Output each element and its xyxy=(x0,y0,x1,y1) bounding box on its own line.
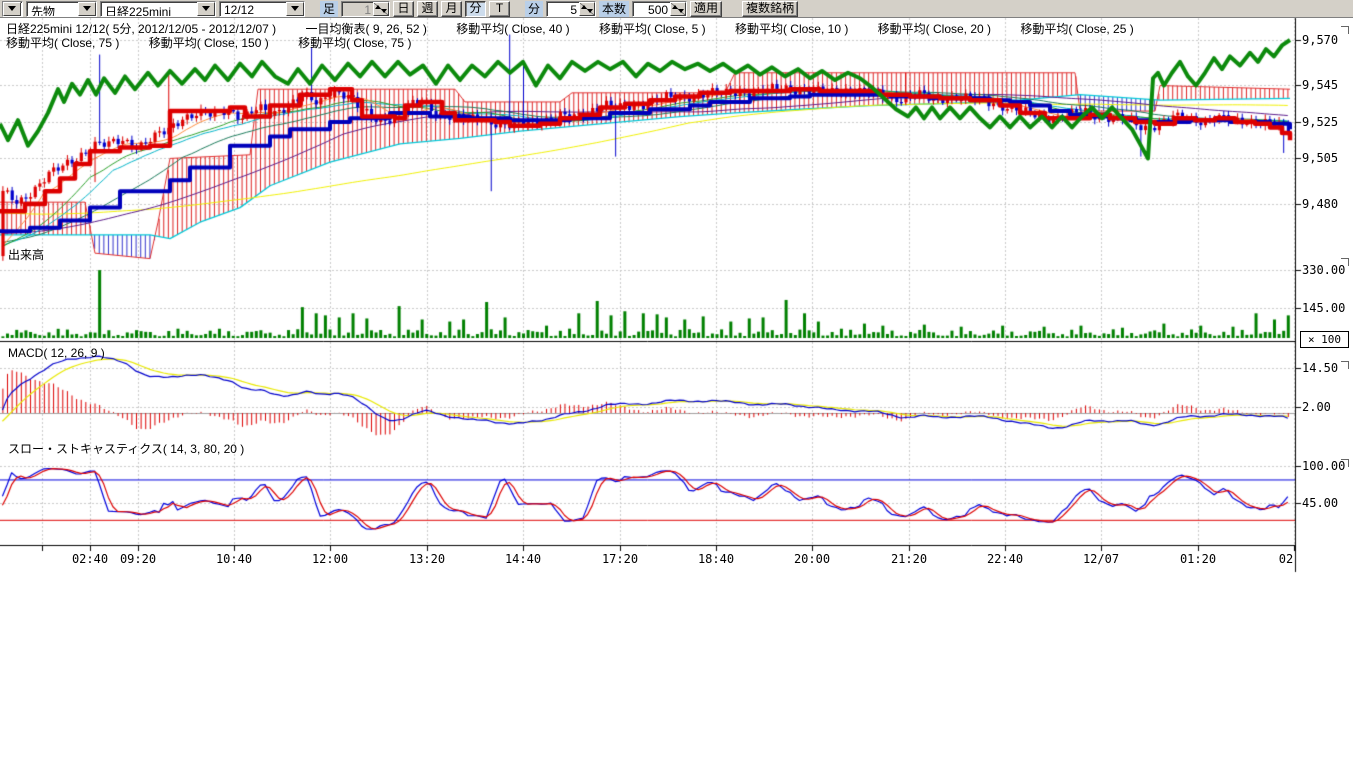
y-axis-label: 9,480 xyxy=(1302,197,1338,211)
bar-label: 足 xyxy=(320,1,338,17)
toolbar: 先物 日経225mini 12/12 足 1 日 週 月 分 T 分 5 本数 … xyxy=(0,0,1353,18)
pane-corner-mark xyxy=(1341,26,1349,34)
minute-value: 5 xyxy=(547,2,579,16)
symbol-category-combo[interactable] xyxy=(2,1,23,17)
y-axis-label: 9,545 xyxy=(1302,78,1338,92)
spinner-updown-icon[interactable] xyxy=(373,2,389,16)
symbol-combo[interactable]: 日経225mini xyxy=(100,1,216,17)
legend-ma25: 移動平均( Close, 25 ) xyxy=(1020,22,1133,36)
y-axis-label: 2.00 xyxy=(1302,400,1331,414)
pane-corner-mark xyxy=(1341,258,1349,266)
x-axis-label: 02 xyxy=(1279,552,1293,566)
x-axis-label: 01:20 xyxy=(1180,552,1216,566)
spinner-updown-icon[interactable] xyxy=(670,2,686,16)
contract-month-combo[interactable]: 12/12 xyxy=(219,1,305,17)
y-axis-label: 330.00 xyxy=(1302,263,1345,277)
contract-month-combo-value: 12/12 xyxy=(220,2,286,16)
bar-interval-value: 1 xyxy=(342,2,373,16)
stoch-pane-label: スロー・ストキャスティクス( 14, 3, 80, 20 ) xyxy=(8,440,244,457)
legend-ma75: 移動平均( Close, 75 ) xyxy=(6,36,119,50)
chevron-down-icon[interactable] xyxy=(3,2,21,16)
y-axis-label: 14.50 xyxy=(1302,361,1338,375)
period-tick-button[interactable]: T xyxy=(489,1,510,17)
x-axis-label: 22:40 xyxy=(987,552,1023,566)
market-combo-value: 先物 xyxy=(27,2,78,16)
market-combo[interactable]: 先物 xyxy=(26,1,97,17)
period-week-button[interactable]: 週 xyxy=(417,1,438,17)
x-axis-label: 17:20 xyxy=(602,552,638,566)
x-axis-label: 02:40 xyxy=(72,552,108,566)
multi-symbol-button[interactable]: 複数銘柄 xyxy=(742,1,798,17)
pane-corner-mark xyxy=(1341,459,1349,467)
macd-pane-label: MACD( 12, 26, 9 ) xyxy=(8,346,105,360)
legend-ma150: 移動平均( Close, 150 ) xyxy=(149,36,269,50)
x-axis-label: 20:00 xyxy=(794,552,830,566)
legend-ma10: 移動平均( Close, 10 ) xyxy=(735,22,848,36)
y-axis-label: 9,570 xyxy=(1302,33,1338,47)
symbol-combo-value: 日経225mini xyxy=(101,2,197,16)
y-axis-label: 100.00 xyxy=(1302,459,1345,473)
chevron-down-icon[interactable] xyxy=(197,2,215,16)
x-axis-label: 12/07 xyxy=(1083,552,1119,566)
y-axis-label: 9,525 xyxy=(1302,115,1338,129)
x-axis-label: 14:40 xyxy=(505,552,541,566)
x-axis-label: 13:20 xyxy=(409,552,445,566)
legend-ma75b: 移動平均( Close, 75 ) xyxy=(298,36,411,50)
count-spinner[interactable]: 500 xyxy=(632,1,687,17)
y-axis-label: 45.00 xyxy=(1302,496,1338,510)
pane-corner-mark xyxy=(1341,361,1349,369)
y-axis-label: 145.00 xyxy=(1302,301,1345,315)
spinner-updown-icon[interactable] xyxy=(579,2,595,16)
legend-ma20: 移動平均( Close, 20 ) xyxy=(878,22,991,36)
period-minute-button[interactable]: 分 xyxy=(465,1,486,17)
bar-interval-spinner[interactable]: 1 xyxy=(341,1,390,17)
count-label: 本数 xyxy=(599,1,629,17)
chart-canvas[interactable] xyxy=(0,0,1366,580)
x-axis-label: 21:20 xyxy=(891,552,927,566)
app-window: 先物 日経225mini 12/12 足 1 日 週 月 分 T 分 5 本数 … xyxy=(0,0,1366,768)
apply-button[interactable]: 適用 xyxy=(690,1,722,17)
count-value: 500 xyxy=(633,2,670,16)
period-month-button[interactable]: 月 xyxy=(441,1,462,17)
volume-multiplier-box: × 100 xyxy=(1300,331,1349,348)
chart-header-line2: 移動平均( Close, 75 ) 移動平均( Close, 150 ) 移動平… xyxy=(6,34,437,51)
x-axis-label: 12:00 xyxy=(312,552,348,566)
chevron-down-icon[interactable] xyxy=(286,2,304,16)
chevron-down-icon[interactable] xyxy=(78,2,96,16)
minute-label: 分 xyxy=(525,1,543,17)
x-axis-label: 09:20 xyxy=(120,552,156,566)
minute-spinner[interactable]: 5 xyxy=(546,1,596,17)
legend-ma40: 移動平均( Close, 40 ) xyxy=(456,22,569,36)
y-axis-label: 9,505 xyxy=(1302,151,1338,165)
volume-pane-label: 出来高 xyxy=(8,246,44,263)
legend-ma5: 移動平均( Close, 5 ) xyxy=(599,22,706,36)
x-axis-label: 10:40 xyxy=(216,552,252,566)
period-day-button[interactable]: 日 xyxy=(393,1,414,17)
x-axis-label: 18:40 xyxy=(698,552,734,566)
